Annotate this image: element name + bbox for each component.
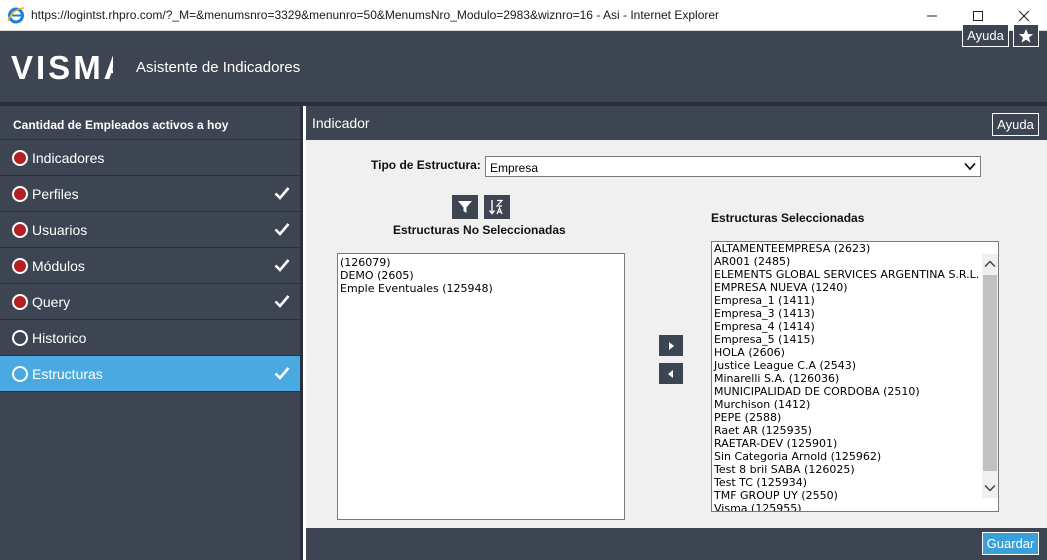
- scroll-down-button[interactable]: [982, 480, 998, 496]
- move-left-button[interactable]: [659, 363, 683, 384]
- app-title: Asistente de Indicadores: [136, 59, 301, 76]
- scrollbar-thumb[interactable]: [983, 275, 997, 471]
- list-item[interactable]: Justice League C.A (2543): [714, 359, 998, 372]
- list-item[interactable]: PEPE (2588): [714, 411, 998, 424]
- structure-type-value: Empresa: [490, 161, 539, 175]
- sidebar-item-label: Módulos: [32, 258, 85, 274]
- star-icon: [1018, 29, 1034, 43]
- status-red-icon: [12, 294, 28, 310]
- list-item[interactable]: Minarelli S.A. (126036): [714, 372, 998, 385]
- list-item[interactable]: HOLA (2606): [714, 346, 998, 359]
- sidebar-item-label: Historico: [32, 330, 87, 346]
- list-item[interactable]: Raet AR (125935): [714, 424, 998, 437]
- sidebar-heading: Cantidad de Empleados activos a hoy: [0, 106, 300, 140]
- sidebar-item-label: Query: [32, 294, 71, 310]
- sidebar-item-label: Usuarios: [32, 222, 88, 238]
- list-item[interactable]: Visma (125955): [714, 502, 998, 511]
- checkmark-icon: [274, 367, 290, 380]
- list-item[interactable]: RAETAR-DEV (125901): [714, 437, 998, 450]
- main-panel-header: Indicador: [306, 106, 1047, 140]
- structure-type-label: Tipo de Estructura:: [371, 158, 481, 172]
- status-empty-icon: [12, 330, 28, 346]
- filter-button[interactable]: [452, 195, 478, 219]
- minimize-button[interactable]: [909, 0, 955, 31]
- structure-type-select[interactable]: Empresa: [485, 156, 981, 177]
- chevron-down-icon: [984, 484, 996, 492]
- sidebar-item-modulos[interactable]: Módulos: [0, 248, 300, 284]
- status-empty-icon: [12, 366, 28, 382]
- list-item[interactable]: Empresa_3 (1413): [714, 307, 998, 320]
- unselected-structures-list[interactable]: (126079) DEMO (2605) Emple Eventuales (1…: [337, 253, 625, 520]
- help-button-panel[interactable]: Ayuda: [992, 113, 1039, 136]
- logo-text: VISMA: [11, 51, 113, 83]
- sidebar-item-usuarios[interactable]: Usuarios: [0, 212, 300, 248]
- list-item[interactable]: TMF GROUP UY (2550): [714, 489, 998, 502]
- internet-explorer-icon: [7, 7, 25, 24]
- list-item[interactable]: Empresa_1 (1411): [714, 294, 998, 307]
- minimize-icon: [927, 15, 937, 16]
- status-red-icon: [12, 150, 28, 166]
- list-item[interactable]: EMPRESA NUEVA (1240): [714, 281, 998, 294]
- list-item[interactable]: Empresa_5 (1415): [714, 333, 998, 346]
- sort-z-a-icon: [488, 199, 504, 215]
- main-footer: [306, 528, 1047, 560]
- maximize-icon: [973, 10, 983, 21]
- sidebar-item-estructuras[interactable]: Estructuras: [0, 356, 300, 392]
- unselected-structures-title: Estructuras No Seleccionadas: [393, 223, 566, 237]
- arrow-right-icon: [669, 341, 674, 350]
- filter-icon: [458, 201, 472, 213]
- sidebar-item-query[interactable]: Query: [0, 284, 300, 320]
- sidebar-item-indicadores[interactable]: Indicadores: [0, 140, 300, 176]
- checkmark-icon: [274, 223, 290, 236]
- save-button[interactable]: Guardar: [982, 532, 1039, 555]
- sidebar-heading-text: Cantidad de Empleados activos a hoy: [13, 118, 229, 132]
- window-title: https://logintst.rhpro.com/?_M=&menumsnr…: [31, 8, 720, 22]
- list-item[interactable]: Test 8 bril SABA (126025): [714, 463, 998, 476]
- visma-logo: VISMA: [11, 51, 113, 83]
- status-red-icon: [12, 222, 28, 238]
- status-red-icon: [12, 258, 28, 274]
- list-item[interactable]: ELEMENTS GLOBAL SERVICES ARGENTINA S.R.L…: [714, 268, 998, 281]
- list-item[interactable]: DEMO (2605): [340, 269, 624, 282]
- list-item[interactable]: Test TC (125934): [714, 476, 998, 489]
- list-item[interactable]: Sin Categoria Arnold (125962): [714, 450, 998, 463]
- list-item[interactable]: ALTAMENTEEMPRESA (2623): [714, 242, 998, 255]
- help-button-header[interactable]: Ayuda: [962, 24, 1009, 47]
- list-item[interactable]: Emple Eventuales (125948): [340, 282, 624, 295]
- list-item[interactable]: MUNICIPALIDAD DE CORDOBA (2510): [714, 385, 998, 398]
- scroll-up-button[interactable]: [982, 256, 998, 272]
- checkmark-icon: [274, 295, 290, 308]
- list-item[interactable]: (126079): [340, 256, 624, 269]
- page-title: Indicador: [312, 115, 370, 131]
- sidebar-item-label: Estructuras: [32, 366, 103, 382]
- list-item[interactable]: AR001 (2485): [714, 255, 998, 268]
- checkmark-icon: [274, 259, 290, 272]
- sidebar-item-label: Indicadores: [32, 150, 105, 166]
- wizard-sidebar: Cantidad de Empleados activos a hoy Indi…: [0, 106, 303, 560]
- arrow-left-icon: [668, 369, 673, 378]
- checkmark-icon: [274, 187, 290, 200]
- sidebar-item-perfiles[interactable]: Perfiles: [0, 176, 300, 212]
- window-titlebar: https://logintst.rhpro.com/?_M=&menumsnr…: [0, 0, 1047, 31]
- move-right-button[interactable]: [659, 335, 683, 356]
- chevron-down-icon: [964, 162, 976, 171]
- chevron-up-icon: [984, 260, 996, 268]
- list-item[interactable]: Murchison (1412): [714, 398, 998, 411]
- close-icon: [1018, 10, 1030, 21]
- sidebar-item-historico[interactable]: Historico: [0, 320, 300, 356]
- selected-structures-title: Estructuras Seleccionadas: [711, 211, 865, 225]
- app-header: VISMA Asistente de Indicadores: [0, 31, 1047, 102]
- status-red-icon: [12, 186, 28, 202]
- selected-structures-list[interactable]: ALTAMENTEEMPRESA (2623) AR001 (2485) ELE…: [711, 241, 999, 512]
- sidebar-item-label: Perfiles: [32, 186, 79, 202]
- list-item[interactable]: Empresa_4 (1414): [714, 320, 998, 333]
- sort-button[interactable]: [484, 195, 510, 219]
- favorite-button[interactable]: [1013, 24, 1039, 47]
